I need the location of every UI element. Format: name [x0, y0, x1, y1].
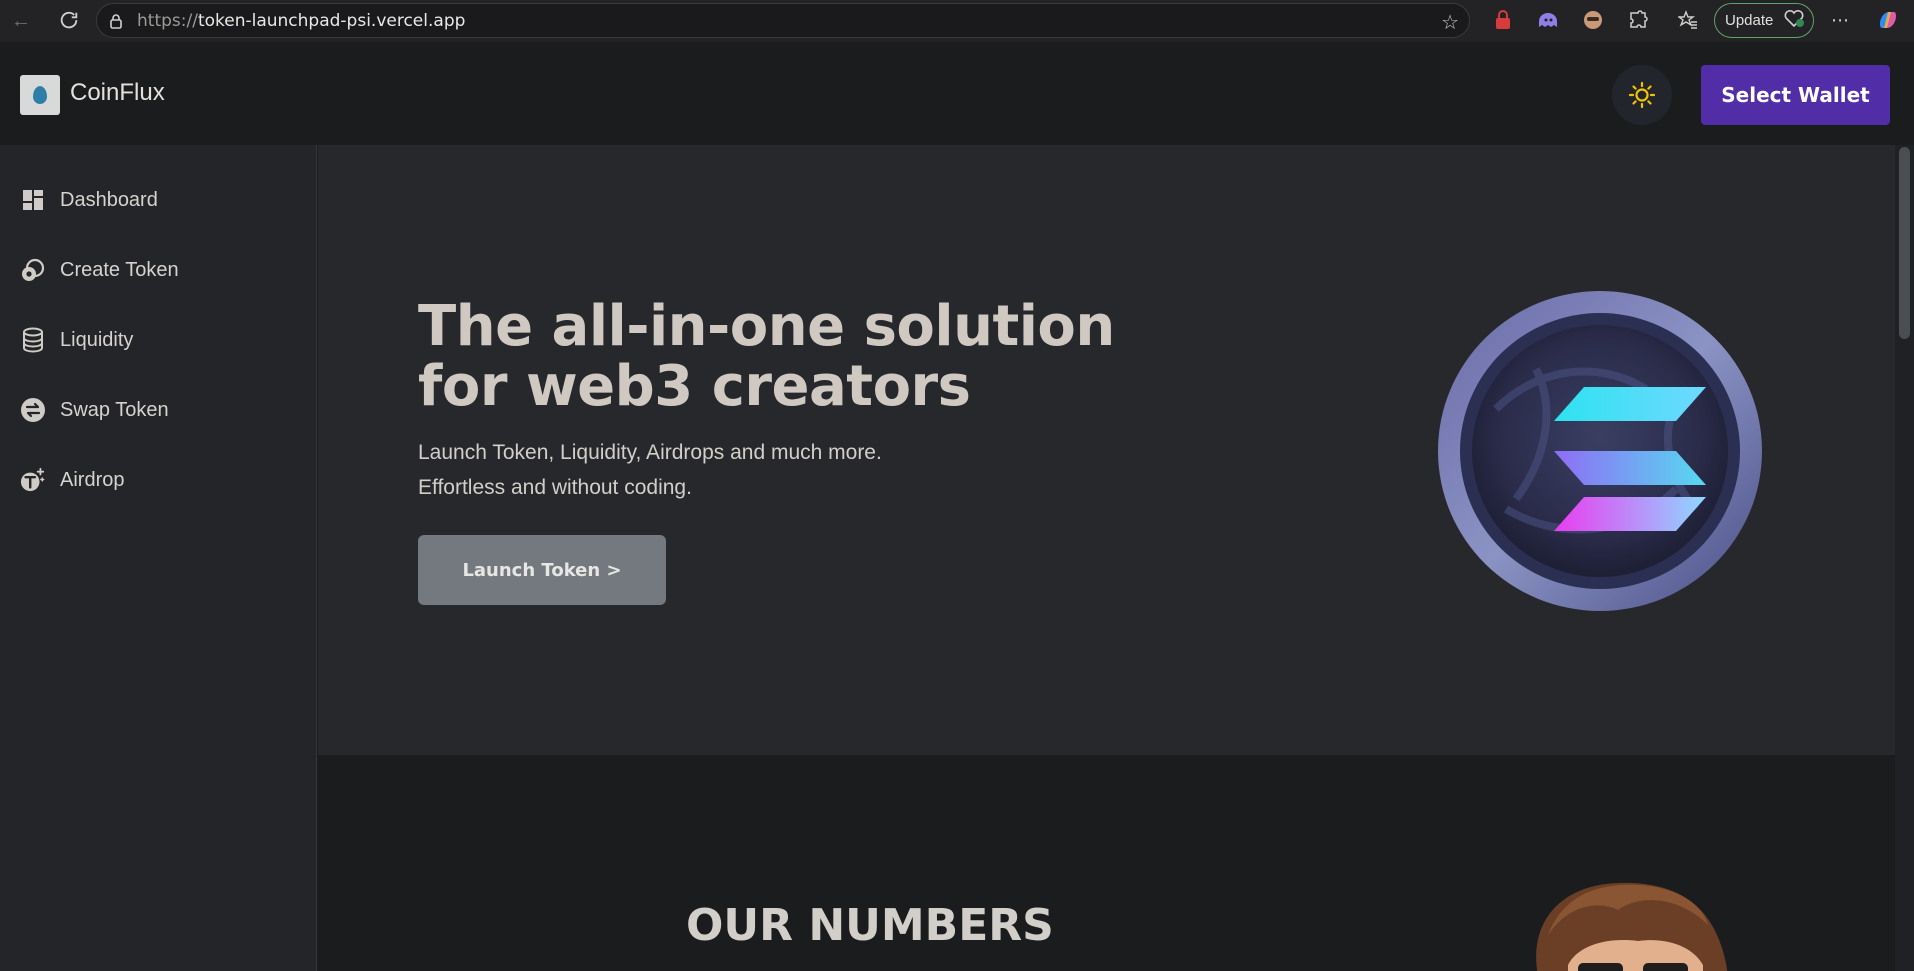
- sidebar-item-label: Liquidity: [60, 328, 134, 351]
- airdrop-icon: [20, 467, 46, 493]
- sidebar-item-liquidity[interactable]: Liquidity: [20, 322, 133, 358]
- extension-ghost-icon[interactable]: [1534, 6, 1562, 34]
- favorites-icon[interactable]: [1674, 6, 1702, 34]
- coinflux-logo[interactable]: [20, 75, 60, 115]
- browser-toolbar: ← https://token-launchpad-psi.vercel.app…: [0, 0, 1914, 42]
- extension-lock-icon[interactable]: [1489, 6, 1517, 34]
- sidebar-item-airdrop[interactable]: Airdrop: [20, 462, 124, 498]
- swap-icon: [20, 397, 46, 423]
- avatar-illustration: [1536, 882, 1728, 971]
- health-heart-icon: [1783, 8, 1805, 33]
- solana-coin-image: [1438, 291, 1762, 611]
- sidebar: Dashboard Create Token Liquidity Swap To…: [0, 145, 317, 971]
- update-label: Update: [1725, 12, 1774, 29]
- extensions-puzzle-icon[interactable]: [1624, 6, 1652, 34]
- sidebar-item-swap-token[interactable]: Swap Token: [20, 392, 169, 428]
- site-info-icon[interactable]: [107, 12, 125, 30]
- url-text: https://token-launchpad-psi.vercel.app: [137, 10, 466, 31]
- hero-subtitle: Launch Token, Liquidity, Airdrops and mu…: [418, 435, 882, 505]
- scrollbar-thumb[interactable]: [1899, 147, 1910, 339]
- hero-section: The all-in-one solution for web3 creator…: [318, 145, 1895, 755]
- copilot-icon[interactable]: [1874, 6, 1902, 34]
- hero-subtitle-line: Launch Token, Liquidity, Airdrops and mu…: [418, 441, 882, 464]
- sidebar-item-label: Airdrop: [60, 468, 125, 491]
- extension-avatar-icon[interactable]: [1579, 6, 1607, 34]
- sidebar-item-label: Create Token: [60, 258, 179, 281]
- brand-name[interactable]: CoinFlux: [70, 79, 165, 107]
- reload-button[interactable]: [54, 6, 84, 36]
- sidebar-item-create-token[interactable]: Create Token: [20, 252, 179, 288]
- sidebar-item-label: Swap Token: [60, 398, 169, 421]
- hero-title: The all-in-one solution for web3 creator…: [418, 294, 1115, 419]
- app-header: CoinFlux Select Wallet: [0, 45, 1914, 145]
- back-button[interactable]: ←: [6, 6, 36, 36]
- sidebar-item-label: Dashboard: [60, 188, 158, 211]
- reload-icon: [60, 11, 78, 29]
- address-bar[interactable]: https://token-launchpad-psi.vercel.app ☆: [96, 3, 1470, 38]
- sun-icon: [1628, 81, 1656, 109]
- numbers-title: OUR NUMBERS: [686, 900, 1054, 951]
- browser-update-button[interactable]: Update: [1714, 3, 1814, 38]
- create-token-icon: [20, 257, 46, 283]
- favorite-star-icon[interactable]: ☆: [1441, 10, 1459, 35]
- more-menu-icon[interactable]: ⋯: [1826, 6, 1854, 34]
- theme-toggle-button[interactable]: [1612, 65, 1672, 125]
- launch-token-button[interactable]: Launch Token >: [418, 535, 666, 605]
- numbers-section: OUR NUMBERS: [318, 755, 1895, 971]
- select-wallet-button[interactable]: Select Wallet: [1701, 65, 1890, 125]
- database-icon: [20, 327, 46, 353]
- hero-subtitle-line: Effortless and without coding.: [418, 476, 692, 499]
- sidebar-item-dashboard[interactable]: Dashboard: [20, 182, 158, 218]
- page-scrollbar[interactable]: [1895, 145, 1914, 971]
- dashboard-icon: [20, 187, 46, 213]
